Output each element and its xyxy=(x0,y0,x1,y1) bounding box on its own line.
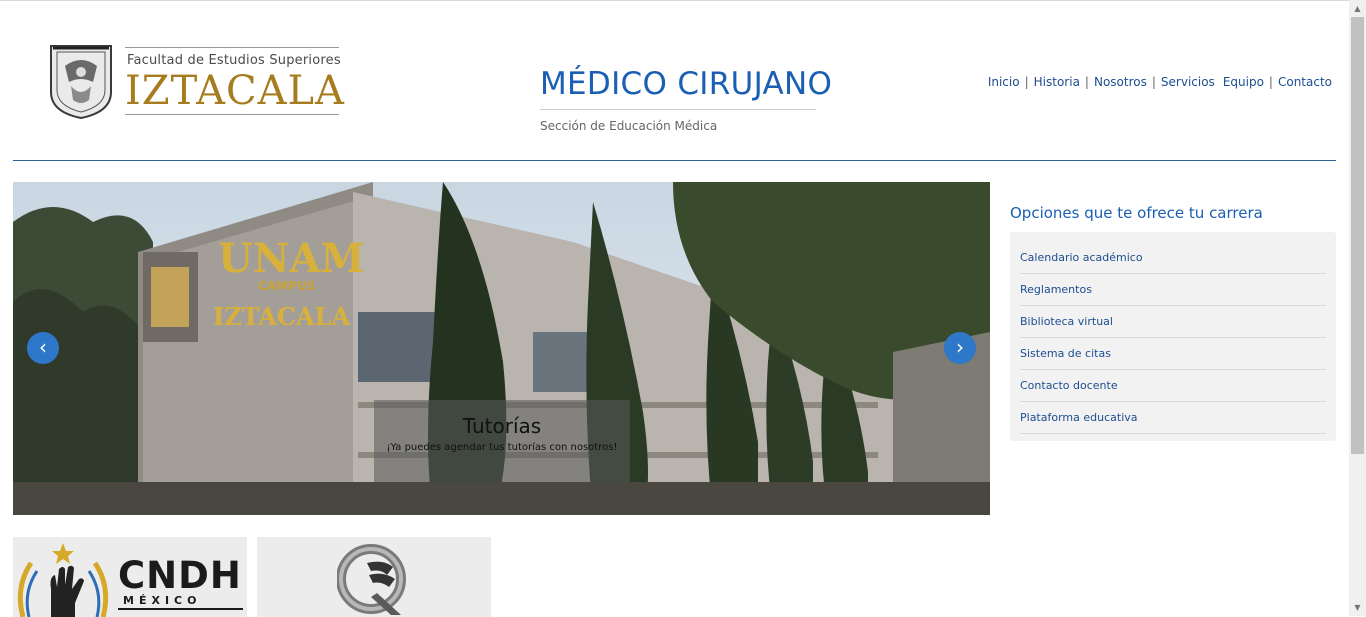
cndh-subtitle: MÉXICO xyxy=(123,594,202,607)
carousel-caption: Tutorías ¡Ya puedes agendar tus tutorías… xyxy=(374,400,630,482)
building-sign-iztacala: IZTACALA xyxy=(213,302,351,331)
image-carousel[interactable]: UNAM CAMPUS IZTACALA Tutorías ¡Ya puedes… xyxy=(13,182,990,515)
scroll-thumb[interactable] xyxy=(1351,17,1364,454)
iztacala-logo[interactable]: Facultad de Estudios Superiores IZTACALA xyxy=(45,42,345,122)
scroll-up-arrow-icon[interactable]: ▲ xyxy=(1349,0,1366,17)
chevron-right-icon: › xyxy=(956,335,964,359)
building-sign-campus: CAMPUS xyxy=(258,279,315,293)
nav-separator: | xyxy=(1151,75,1156,89)
building-sign-unam: UNAM xyxy=(218,235,365,282)
caption-title: Tutorías xyxy=(462,414,542,438)
logo-rule xyxy=(125,114,339,115)
sidebar-menu: Calendario académico Reglamentos Bibliot… xyxy=(1010,232,1336,441)
sidebar-item-citas[interactable]: Sistema de citas xyxy=(1020,338,1326,370)
nav-link-inicio[interactable]: Inicio xyxy=(988,75,1020,89)
top-border xyxy=(0,0,1366,1)
sidebar-item-biblioteca[interactable]: Biblioteca virtual xyxy=(1020,306,1326,338)
nav-separator: | xyxy=(1268,75,1273,89)
chevron-left-icon: ‹ xyxy=(39,335,47,359)
cndh-card[interactable]: CNDH MÉXICO xyxy=(13,537,247,617)
sidebar-item-contacto-docente[interactable]: Contacto docente xyxy=(1020,370,1326,402)
sidebar-item-reglamentos[interactable]: Reglamentos xyxy=(1020,274,1326,306)
quality-q-logo-icon xyxy=(337,544,406,615)
nav-link-nosotros[interactable]: Nosotros xyxy=(1094,75,1147,89)
page-title: MÉDICO CIRUJANO xyxy=(540,66,833,102)
title-divider xyxy=(540,109,816,110)
cndh-underline xyxy=(118,608,243,610)
caption-text: ¡Ya puedes agendar tus tutorías con noso… xyxy=(386,442,618,453)
nav-link-historia[interactable]: Historia xyxy=(1034,75,1080,89)
top-nav: Inicio | Historia | Nosotros | Servicios Equipo… xyxy=(988,75,1332,89)
nav-separator: | xyxy=(1084,75,1089,89)
logo-faculty-text: Facultad de Estudios Superiores xyxy=(127,53,341,68)
carousel-prev-button[interactable]: ‹ xyxy=(27,332,59,364)
header-divider xyxy=(13,160,1336,161)
sidebar-list: Calendario académico Reglamentos Bibliot… xyxy=(1010,232,1336,434)
quality-logo-card[interactable] xyxy=(257,537,491,617)
sidebar-item-plataforma[interactable]: Plataforma educativa xyxy=(1020,402,1326,434)
cndh-title: CNDH xyxy=(118,554,242,597)
page-subtitle: Sección de Educación Médica xyxy=(540,119,718,133)
scroll-down-arrow-icon[interactable]: ▼ xyxy=(1349,599,1366,616)
page-scrollbar[interactable]: ▲ ▼ xyxy=(1349,0,1366,616)
nav-separator: | xyxy=(1024,75,1029,89)
nav-link-servicios[interactable]: Servicios xyxy=(1161,75,1215,89)
sidebar-title: Opciones que te ofrece tu carrera xyxy=(1010,204,1263,222)
logo-rule xyxy=(125,47,339,48)
sidebar-item-calendario[interactable]: Calendario académico xyxy=(1020,242,1326,274)
nav-link-equipo[interactable]: Equipo xyxy=(1223,75,1264,89)
carousel-next-button[interactable]: › xyxy=(944,332,976,364)
logo-iztacala-text: IZTACALA xyxy=(125,68,345,114)
cndh-hand-icon xyxy=(17,543,109,617)
nav-link-contacto[interactable]: Contacto xyxy=(1278,75,1332,89)
unam-seal-icon xyxy=(50,45,112,120)
